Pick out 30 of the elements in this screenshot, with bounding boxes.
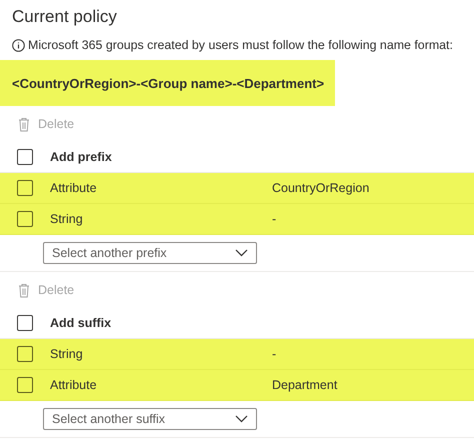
table-cell-text: Attribute: [50, 378, 98, 392]
select-dropdown[interactable]: Select another suffix: [43, 408, 257, 430]
checkbox[interactable]: [17, 377, 33, 393]
info-text: Microsoft 365 groups created by users must follow the following name format:: [28, 38, 453, 52]
table-cell-text: -: [272, 347, 278, 361]
name-format: <CountryOrRegion>-<Group name>-<Department>: [0, 60, 335, 106]
checkbox[interactable]: [17, 149, 33, 165]
section-title: Current policy: [11, 6, 118, 28]
checkbox[interactable]: [17, 346, 33, 362]
table-cell-text: Department: [272, 378, 338, 392]
table-cell-text: Attribute: [50, 181, 98, 195]
trash-icon: [18, 116, 30, 132]
chevron-down-icon: [235, 249, 248, 257]
checkbox[interactable]: [17, 211, 33, 227]
info-icon: [12, 38, 25, 52]
table-cell-text: String: [50, 347, 84, 361]
table-row[interactable]: String -: [0, 204, 474, 235]
checkbox[interactable]: [17, 180, 33, 196]
table-row[interactable]: String -: [0, 339, 474, 370]
trash-icon: [18, 282, 30, 298]
select-dropdown[interactable]: Select another prefix: [43, 242, 257, 264]
table-cell-text: CountryOrRegion: [272, 181, 370, 195]
table-row[interactable]: Attribute Department: [0, 370, 474, 401]
column-header: Add suffix: [50, 316, 112, 330]
table-row[interactable]: Attribute CountryOrRegion: [0, 173, 474, 204]
column-header: Add prefix: [50, 150, 112, 164]
chevron-down-icon: [235, 415, 248, 423]
checkbox[interactable]: [17, 315, 33, 331]
table-cell-text: -: [272, 212, 278, 226]
table-cell-text: String: [50, 212, 84, 226]
